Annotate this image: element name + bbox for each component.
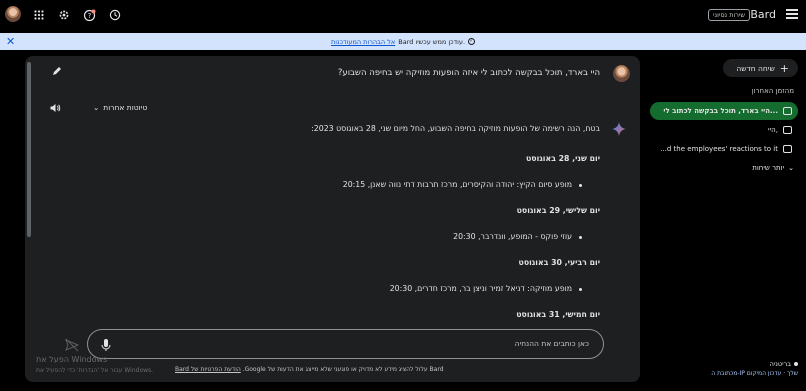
sidebar: שיחה חדשה + מהזמן האחרון היי בארד, תוכל … bbox=[648, 56, 806, 391]
schedule-event: מופע מוזיקה: דניאל זמיר וניצן בר, מרכז ח… bbox=[80, 276, 600, 302]
schedule-day: יום שני, 28 באוגוסט bbox=[526, 154, 600, 163]
location-dot-icon bbox=[794, 362, 798, 366]
drafts-label: טיוטות אחרות bbox=[103, 103, 148, 112]
new-chat-label: שיחה חדשה bbox=[736, 63, 775, 73]
conversation-panel: היי בארד, תוכל בבקשה לכתוב לי איזה הופעו… bbox=[25, 56, 640, 382]
settings-gear-icon[interactable] bbox=[57, 8, 71, 22]
location-name: בריטניה bbox=[769, 360, 791, 368]
prompt-input[interactable]: כאן כותבים את ההנחיה bbox=[87, 329, 604, 359]
experiment-badge: שירות נסיוני bbox=[708, 9, 750, 21]
disclaimer-text: Bard עלול להציג מידע לא מדויק או פוגעני … bbox=[242, 366, 444, 373]
user-avatar bbox=[613, 65, 630, 82]
bard-response: בטח, הנה רשימה של הופעות מוזיקה בחיפה הש… bbox=[80, 122, 600, 328]
send-icon[interactable] bbox=[65, 338, 80, 352]
recent-chat-item[interactable]: ...d the employees' reactions to it bbox=[660, 140, 798, 158]
microphone-icon[interactable] bbox=[100, 338, 112, 352]
top-bar: ? שירות נסיוני Bard bbox=[0, 0, 806, 30]
check-circle-icon: ✓ bbox=[468, 38, 476, 45]
privacy-link[interactable]: הודעת הפרטיות של Bard bbox=[175, 366, 241, 373]
chat-bubble-icon bbox=[783, 145, 792, 153]
recent-chat-label: היי בארד, תוכל בבקשה לכתוב לי... bbox=[663, 107, 778, 115]
user-prompt-text: היי בארד, תוכל בבקשה לכתוב לי איזה הופעו… bbox=[337, 68, 600, 78]
hamburger-menu-icon[interactable] bbox=[786, 9, 798, 19]
recent-chat-label: ...d the employees' reactions to it bbox=[660, 145, 778, 153]
edit-pencil-icon[interactable] bbox=[51, 66, 63, 78]
response-toolbar: ⌄ טיוטות אחרות bbox=[41, 97, 629, 119]
chevron-down-icon: ⌄ bbox=[93, 103, 100, 112]
schedule-event: מופע סיום הקיץ: יהודה והקיסרים, מרכז תרב… bbox=[80, 172, 600, 198]
recent-chat-item[interactable]: היי, bbox=[768, 121, 798, 139]
watermark-line1: הפעל את Windows bbox=[36, 355, 108, 364]
banner-text: Bard עודכן ממש עכשיו. bbox=[398, 37, 466, 46]
more-chats-button[interactable]: יותר שיחות ⌄ bbox=[752, 164, 794, 172]
schedule-event: עוזי פוקס - המופע, וונדרבר, 20:30 bbox=[80, 224, 600, 250]
more-chats-label: יותר שיחות bbox=[752, 164, 785, 172]
recent-chat-label: היי, bbox=[768, 126, 778, 134]
new-chat-button[interactable]: שיחה חדשה + bbox=[723, 59, 798, 77]
recent-chat-item[interactable]: היי בארד, תוכל בבקשה לכתוב לי... bbox=[650, 102, 798, 120]
location-info: בריטניה מכתובת ה-IP שלך · עדכון המיקום bbox=[711, 359, 798, 379]
chevron-down-icon: ⌄ bbox=[788, 164, 794, 172]
windows-activation-watermark: הפעל את Windows עבור אל 'הגדרות' כדי להפ… bbox=[36, 354, 153, 376]
location-update-link[interactable]: מכתובת ה-IP שלך · עדכון המיקום bbox=[711, 369, 798, 379]
history-icon[interactable] bbox=[108, 8, 122, 22]
banner-link[interactable]: אל הבהרות המעודכנות bbox=[331, 38, 395, 46]
drafts-toggle[interactable]: ⌄ טיוטות אחרות bbox=[93, 103, 147, 112]
prompt-placeholder: כאן כותבים את ההנחיה bbox=[514, 339, 589, 348]
bard-logo[interactable]: Bard bbox=[750, 8, 776, 21]
response-intro: בטח, הנה רשימה של הופעות מוזיקה בחיפה הש… bbox=[311, 124, 600, 133]
apps-grid-icon[interactable] bbox=[32, 8, 46, 22]
plus-icon: + bbox=[779, 61, 789, 75]
schedule-day: יום שלישי, 29 באוגוסט bbox=[516, 206, 600, 215]
user-prompt-row: היי בארד, תוכל בבקשה לכתוב לי איזה הופעו… bbox=[25, 56, 640, 92]
svg-text:?: ? bbox=[87, 12, 91, 20]
schedule-day: יום רביעי, 30 באוגוסט bbox=[518, 258, 600, 267]
recent-title: מהזמן האחרון bbox=[751, 87, 794, 95]
chat-bubble-icon bbox=[783, 107, 792, 115]
disclaimer: Bard עלול להציג מידע לא מדויק או פוגעני … bbox=[175, 366, 444, 373]
bard-sparkle-icon bbox=[612, 122, 626, 136]
chat-bubble-icon bbox=[783, 126, 792, 134]
speaker-icon[interactable] bbox=[49, 102, 61, 114]
watermark-line2: עבור אל 'הגדרות' כדי להפעיל את Windows. bbox=[36, 367, 154, 374]
close-icon[interactable]: ✕ bbox=[6, 35, 15, 48]
help-icon[interactable]: ? bbox=[82, 8, 96, 22]
update-banner: ✕ אל הבהרות המעודכנות Bard עודכן ממש עכש… bbox=[0, 33, 806, 50]
account-avatar[interactable] bbox=[5, 6, 21, 22]
